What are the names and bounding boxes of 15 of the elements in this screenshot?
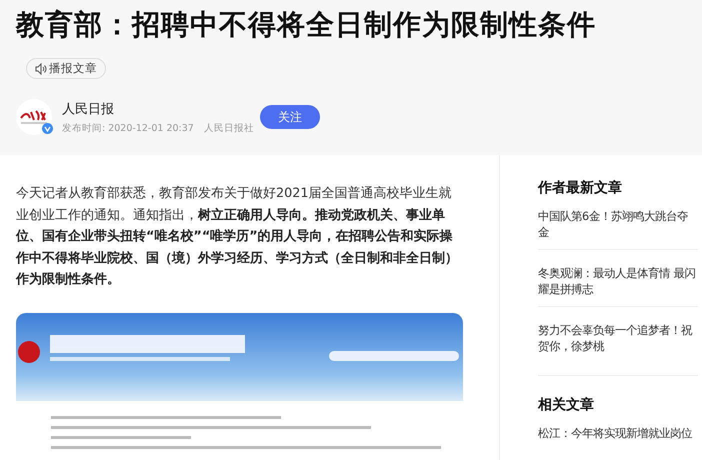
source-name: 人民日报社 — [204, 122, 254, 134]
speaker-icon — [35, 62, 47, 74]
section-heading: 相关文章 — [538, 396, 595, 414]
article-link[interactable]: 努力不会辜负每一个追梦者！祝贺你，徐梦桃 — [538, 323, 698, 376]
section-heading: 作者最新文章 — [538, 179, 623, 197]
lead-paragraph: 今天记者从教育部获悉，教育部发布关于做好2021届全国普通高校毕业生就业创业工作的通知。通知指出，树立正确用人导向。推动党政机关、事业单位、国有企业带头扭转“唯名校”“唯学历”的用人导向，在招聘公告和实际操作中不得将毕业院校、国（境）外学习经历、学习方式（全日制和非全日制）作为限制性条件。 — [16, 184, 459, 289]
article-link[interactable]: 中国队第6金！苏翊鸣大跳台夺金 — [538, 209, 698, 250]
article-link[interactable]: 冬奥观澜：最动人是体育情 最闪耀是拼搏志 — [538, 266, 698, 307]
author-name[interactable]: 人民日报 — [62, 100, 252, 118]
publish-time: 发布时间: 2020-12-01 20:37 — [62, 122, 194, 134]
article-title: 教育部：招聘中不得将全日制作为限制性条件 — [16, 7, 597, 43]
listen-button[interactable]: 播报文章 — [26, 58, 106, 79]
newspaper-logo — [19, 108, 49, 126]
article-link[interactable]: 松江：今年将实现新增就业岗位 — [538, 426, 698, 450]
follow-button[interactable]: 关注 — [260, 105, 320, 129]
